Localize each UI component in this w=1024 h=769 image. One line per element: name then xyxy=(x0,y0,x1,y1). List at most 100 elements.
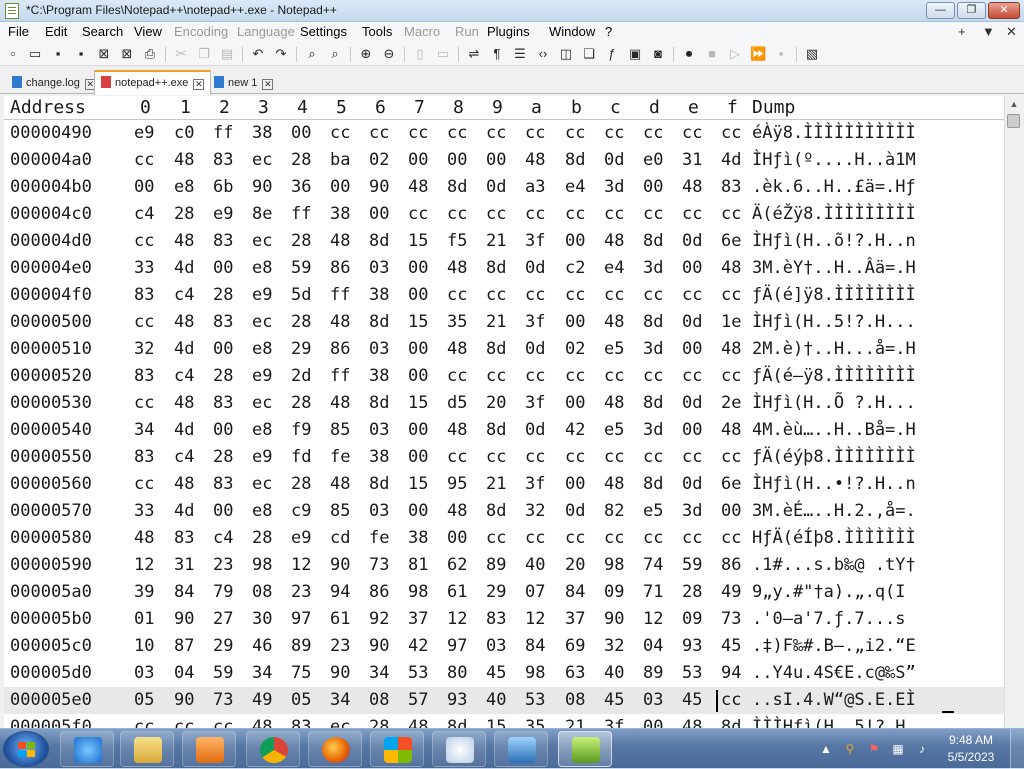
hex-dump-text[interactable]: ƒÄ(éýþ8.ÌÌÌÌÌÌÌÌ xyxy=(752,447,916,467)
hex-byte-cell[interactable]: cc xyxy=(447,366,467,386)
show-all-chars-icon[interactable]: ¶ xyxy=(489,46,505,62)
hex-byte-cell[interactable]: c4 xyxy=(134,204,154,224)
hex-byte-cell[interactable]: 6b xyxy=(213,177,233,197)
maximize-button[interactable]: ❐ xyxy=(957,2,986,19)
hex-byte-cell[interactable]: cc xyxy=(565,285,585,305)
copy-icon[interactable]: ❐ xyxy=(196,46,212,62)
hex-byte-cell[interactable]: 48 xyxy=(447,420,467,440)
hex-byte-cell[interactable]: 89 xyxy=(643,663,663,683)
hex-byte-cell[interactable]: 1e xyxy=(721,312,741,332)
hex-byte-cell[interactable]: 90 xyxy=(369,636,389,656)
hex-byte-cell[interactable]: ec xyxy=(252,312,272,332)
hex-byte-cell[interactable]: e4 xyxy=(604,258,624,278)
hex-byte-cell[interactable]: 00 xyxy=(408,501,428,521)
hex-byte-cell[interactable]: ba xyxy=(330,150,350,170)
hex-byte-cell[interactable]: 34 xyxy=(252,663,272,683)
hex-byte-cell[interactable]: 48 xyxy=(174,312,194,332)
hex-byte-cell[interactable]: 23 xyxy=(291,582,311,602)
hex-row[interactable]: 00000540 34 4d 00 e8 f9 85 03 00 48 8d 0d 42 e5 3d 00 48… xyxy=(4,417,1004,444)
hex-byte-cell[interactable]: 33 xyxy=(134,501,154,521)
hex-byte-cell[interactable]: 00 xyxy=(213,339,233,359)
hex-byte-cell[interactable]: 48 xyxy=(682,177,702,197)
hex-byte-cell[interactable]: e9 xyxy=(134,123,154,143)
hex-byte-cell[interactable]: 2e xyxy=(721,393,741,413)
hex-byte-cell[interactable]: 48 xyxy=(721,258,741,278)
hex-byte-cell[interactable]: 28 xyxy=(682,582,702,602)
hex-byte-cell[interactable]: 8d xyxy=(565,150,585,170)
hex-byte-cell[interactable]: 0d xyxy=(604,150,624,170)
hex-byte-cell[interactable]: 48 xyxy=(447,501,467,521)
hex-byte-cell[interactable]: cc xyxy=(682,204,702,224)
hex-row[interactable]: 000004e0 33 4d 00 e8 59 86 03 00 48 8d 0d c2 e4 3d 00 48… xyxy=(4,255,1004,282)
hex-editor-icon[interactable]: ▧ xyxy=(804,46,820,62)
hex-byte-cell[interactable]: ff xyxy=(330,285,350,305)
hex-byte-cell[interactable]: c2 xyxy=(565,258,585,278)
hex-byte-cell[interactable]: 98 xyxy=(408,582,428,602)
hex-byte-cell[interactable]: 90 xyxy=(369,177,389,197)
hex-byte-cell[interactable]: 02 xyxy=(565,339,585,359)
show-desktop-button[interactable] xyxy=(1010,729,1024,769)
hex-row[interactable]: 000004c0 c4 28 e9 8e ff 38 00 cc cc cc cc cc cc cc cc cc… xyxy=(4,201,1004,228)
hex-byte-cell[interactable]: 8d xyxy=(486,501,506,521)
hex-byte-cell[interactable]: d5 xyxy=(447,393,467,413)
hex-byte-cell[interactable]: 8d xyxy=(643,231,663,251)
hex-byte-cell[interactable]: e9 xyxy=(252,285,272,305)
taskbar-file-explorer[interactable] xyxy=(120,731,174,767)
hex-byte-cell[interactable]: 8d xyxy=(369,393,389,413)
hex-dump-text[interactable]: ÌHƒì(H..Õ ?.H... xyxy=(752,393,916,413)
hex-byte-cell[interactable]: 6e xyxy=(721,231,741,251)
hex-byte-cell[interactable]: cc xyxy=(525,285,545,305)
hex-byte-cell[interactable]: 90 xyxy=(252,177,272,197)
hex-byte-cell[interactable]: a3 xyxy=(525,177,545,197)
hex-byte-cell[interactable]: cc xyxy=(721,528,741,548)
hex-dump-text[interactable]: ÌHƒì(H..•!?.H..n xyxy=(752,474,916,494)
hex-byte-cell[interactable]: 12 xyxy=(447,609,467,629)
hex-byte-cell[interactable]: cc xyxy=(565,204,585,224)
hex-byte-cell[interactable]: 28 xyxy=(213,447,233,467)
hex-byte-cell[interactable]: 28 xyxy=(291,231,311,251)
hex-byte-cell[interactable]: 81 xyxy=(408,555,428,575)
hex-byte-cell[interactable]: 48 xyxy=(174,150,194,170)
hex-byte-cell[interactable]: ec xyxy=(252,474,272,494)
hex-byte-cell[interactable]: 23 xyxy=(213,555,233,575)
zoom-in-icon[interactable]: ⊕ xyxy=(358,46,374,62)
hex-byte-cell[interactable]: 53 xyxy=(408,663,428,683)
hex-byte-cell[interactable]: cc xyxy=(174,717,194,728)
menu-window[interactable]: Window xyxy=(549,24,595,39)
network-icon[interactable]: ▦ xyxy=(890,741,906,757)
hex-byte-cell[interactable]: 49 xyxy=(252,690,272,710)
hex-byte-cell[interactable]: cc xyxy=(486,366,506,386)
hex-byte-cell[interactable]: cc xyxy=(213,717,233,728)
hex-byte-cell[interactable]: 30 xyxy=(252,609,272,629)
hex-byte-cell[interactable]: 61 xyxy=(447,582,467,602)
hex-byte-cell[interactable]: 8d xyxy=(643,312,663,332)
hex-byte-cell[interactable]: c0 xyxy=(174,123,194,143)
hex-byte-cell[interactable]: 09 xyxy=(682,609,702,629)
hex-byte-cell[interactable]: 83 xyxy=(134,447,154,467)
hex-byte-cell[interactable]: 28 xyxy=(213,285,233,305)
hex-byte-cell[interactable]: 31 xyxy=(174,555,194,575)
tab-new-1[interactable]: new 1 ✕ xyxy=(208,72,279,94)
start-button[interactable] xyxy=(3,731,49,767)
hex-byte-cell[interactable]: 59 xyxy=(682,555,702,575)
hex-byte-cell[interactable]: 34 xyxy=(134,420,154,440)
hex-byte-cell[interactable]: 3d xyxy=(643,258,663,278)
hex-byte-cell[interactable]: 09 xyxy=(604,582,624,602)
screenshot-icon[interactable]: ◙ xyxy=(650,46,666,62)
hex-byte-cell[interactable]: cc xyxy=(604,447,624,467)
hex-byte-cell[interactable]: 00 xyxy=(565,474,585,494)
hex-byte-cell[interactable]: 28 xyxy=(252,528,272,548)
hex-byte-cell[interactable]: 3f xyxy=(525,312,545,332)
hex-byte-cell[interactable]: cc xyxy=(134,393,154,413)
taskbar-media-player[interactable] xyxy=(182,731,236,767)
hex-byte-cell[interactable]: 95 xyxy=(447,474,467,494)
hex-byte-cell[interactable]: 00 xyxy=(408,285,428,305)
hex-dump-text[interactable]: .1#...s.b‰@ .tY† xyxy=(752,555,916,575)
hex-byte-cell[interactable]: c4 xyxy=(174,285,194,305)
hex-byte-cell[interactable]: 98 xyxy=(252,555,272,575)
hex-byte-cell[interactable]: cc xyxy=(604,366,624,386)
menu-settings[interactable]: Settings xyxy=(300,24,347,39)
hex-byte-cell[interactable]: 28 xyxy=(369,717,389,728)
hex-byte-cell[interactable]: 07 xyxy=(525,582,545,602)
hex-byte-cell[interactable]: 48 xyxy=(682,717,702,728)
